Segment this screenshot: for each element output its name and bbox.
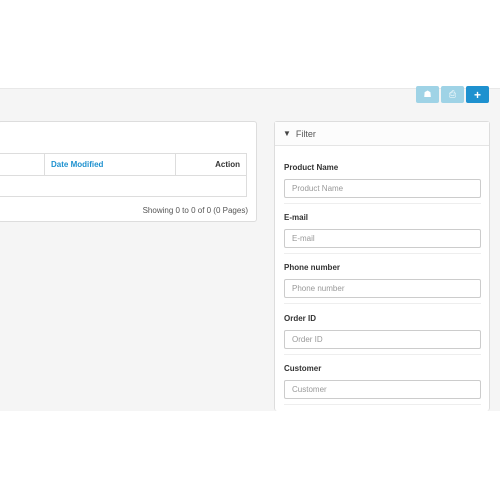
pagination-summary: Showing 0 to 0 of 0 (0 Pages)	[142, 206, 248, 215]
filter-header: ▼ Filter	[275, 122, 489, 146]
add-button[interactable]: +	[466, 86, 489, 103]
column-separator	[44, 154, 45, 175]
home-button[interactable]: ☗	[416, 86, 439, 103]
divider	[284, 404, 481, 405]
order-id-label: Order ID	[284, 314, 317, 323]
product-name-input[interactable]: Product Name	[284, 179, 481, 198]
order-id-input[interactable]: Order ID	[284, 330, 481, 349]
divider	[284, 354, 481, 355]
filter-panel: ▼ Filter Product Name Product Name E-mai…	[274, 121, 490, 411]
plus-icon: +	[473, 87, 481, 102]
product-name-label: Product Name	[284, 163, 339, 172]
product-name-group: Product Name Product Name	[284, 163, 481, 198]
header-action: Action	[215, 160, 240, 169]
print-button[interactable]: ⎙	[441, 86, 464, 103]
sort-date-modified[interactable]: Date Modified	[51, 160, 103, 169]
phone-group: Phone number Phone number	[284, 263, 481, 298]
divider	[284, 253, 481, 254]
email-label: E-mail	[284, 213, 309, 222]
customer-group: Customer Customer	[284, 364, 481, 399]
table-header-row: Date Modified Action	[0, 154, 246, 176]
phone-input[interactable]: Phone number	[284, 279, 481, 298]
print-icon: ⎙	[448, 89, 457, 99]
customer-input[interactable]: Customer	[284, 380, 481, 399]
email-group: E-mail E-mail	[284, 213, 481, 248]
action-toolbar: ☗ ⎙ +	[416, 86, 489, 103]
list-panel: Date Modified Action Showing 0 to 0 of 0…	[0, 121, 257, 222]
results-table: Date Modified Action	[0, 153, 247, 197]
customer-label: Customer	[284, 364, 322, 373]
filter-title: Filter	[295, 128, 316, 139]
filter-icon: ▼	[283, 129, 291, 138]
phone-label: Phone number	[284, 263, 341, 272]
column-separator	[175, 154, 176, 175]
divider	[284, 203, 481, 204]
email-input[interactable]: E-mail	[284, 229, 481, 248]
home-icon: ☗	[423, 89, 432, 99]
divider	[284, 303, 481, 304]
order-id-group: Order ID Order ID	[284, 314, 481, 349]
